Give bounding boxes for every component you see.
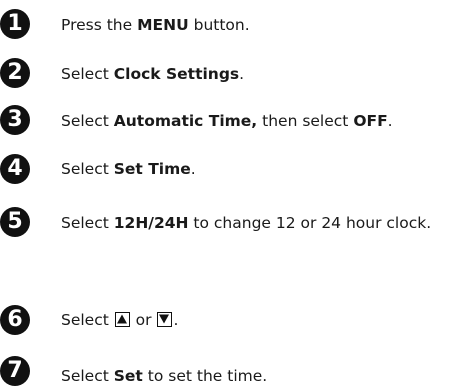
step-number-badge: 3: [0, 105, 30, 135]
step-number-badge: 5: [0, 207, 30, 237]
step-text: Select Set to set the time.: [61, 367, 268, 385]
step-text: Select Automatic Time, then select OFF.: [61, 112, 393, 130]
step-number-badge: 4: [0, 154, 30, 184]
off-label: OFF: [353, 112, 388, 130]
set-label: Set: [113, 367, 143, 385]
step-text: Select Set Time.: [61, 160, 196, 178]
step-text: Select Clock Settings.: [61, 65, 245, 83]
step-number-badge: 2: [0, 58, 30, 88]
step-number-badge: 1: [0, 9, 30, 39]
up-triangle-icon: [114, 312, 130, 327]
step-number-badge: 7: [0, 356, 30, 386]
step-number-badge: 6: [0, 305, 30, 335]
step-text: Select 12H/24H to change 12 or 24 hour c…: [61, 214, 432, 232]
down-triangle-icon: [157, 312, 173, 327]
step-text: Select or .: [61, 311, 179, 329]
step-text: Press the MENU button.: [61, 16, 250, 34]
clock-settings-label: Clock Settings: [113, 65, 240, 83]
12h-24h-label: 12H/24H: [113, 214, 189, 232]
automatic-time-label: Automatic Time,: [113, 112, 258, 130]
menu-button-label: MENU: [137, 16, 189, 34]
set-time-label: Set Time: [113, 160, 191, 178]
